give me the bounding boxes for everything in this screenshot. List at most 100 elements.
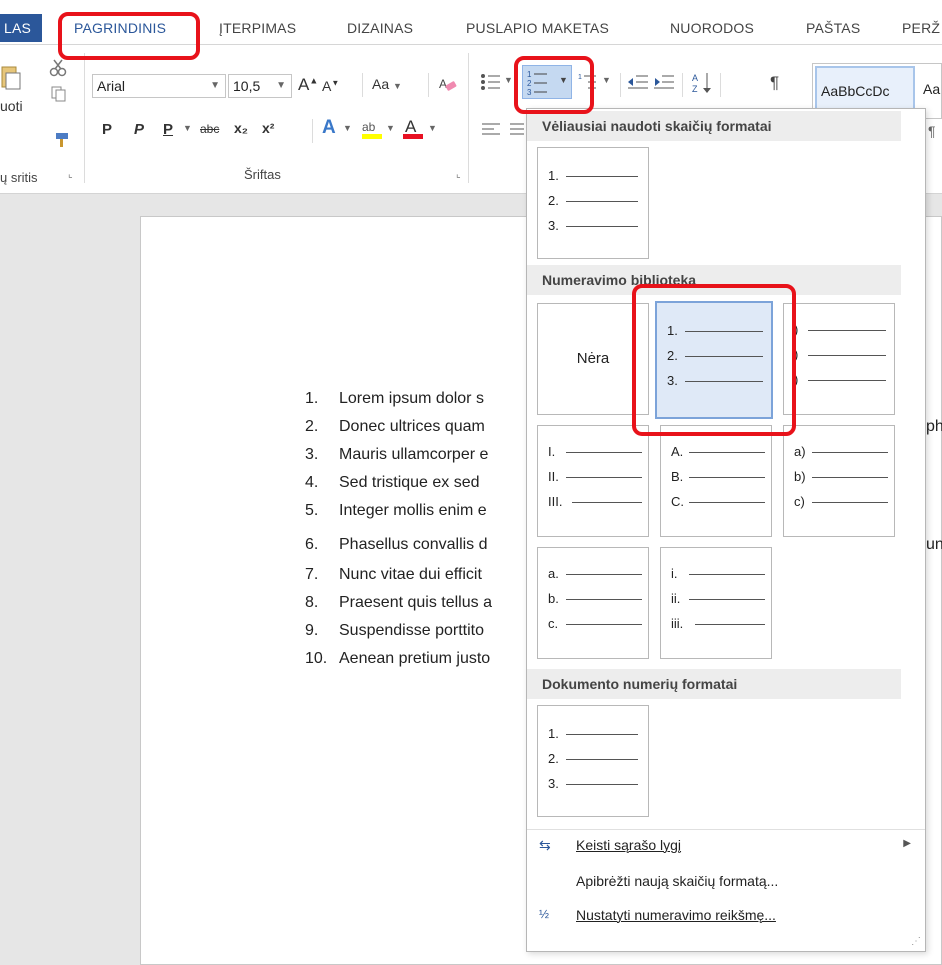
list-item[interactable]: 9. Suspendisse porttito — [305, 622, 484, 640]
change-level-icon: ⇆ — [539, 837, 551, 853]
chevron-down-icon[interactable]: ▼ — [602, 75, 611, 85]
paste-icon[interactable] — [0, 65, 22, 90]
shrink-font-icon[interactable]: A▼ — [322, 78, 339, 94]
show-formatting-icon[interactable]: ¶ — [770, 73, 779, 93]
chevron-down-icon: ▼ — [210, 80, 220, 91]
svg-text:Z: Z — [692, 84, 698, 94]
svg-text:1: 1 — [527, 70, 532, 79]
list-item[interactable]: 3. Mauris ullamcorper e — [305, 446, 488, 464]
bullets-icon[interactable] — [480, 71, 502, 96]
define-number-format-item[interactable]: Apibrėžti naują skaičių formatą... — [527, 867, 925, 897]
underline-button[interactable]: P — [163, 121, 173, 138]
recent-formats-header: Vėliausiai naudoti skaičių formatai — [527, 111, 901, 141]
sort-icon[interactable]: AZ — [692, 71, 714, 98]
resize-grip-icon[interactable]: ⋰ — [911, 936, 921, 947]
font-color-icon[interactable]: A — [402, 115, 424, 144]
strikethrough-button[interactable]: abc — [200, 122, 219, 136]
list-item[interactable]: 8. Praesent quis tellus a — [305, 594, 492, 612]
group-separator — [84, 53, 85, 183]
bold-button[interactable]: P — [102, 121, 112, 138]
tab-design[interactable]: DIZAINAS — [347, 16, 413, 40]
grow-font-icon[interactable]: A▲ — [298, 75, 318, 95]
paragraph-mark-icon: ¶ — [928, 123, 936, 139]
group-separator — [720, 73, 721, 97]
document-formats-header: Dokumento numerių formatai — [527, 669, 901, 699]
chevron-down-icon[interactable]: ▼ — [183, 123, 192, 133]
set-value-icon: ½ — [539, 907, 550, 921]
chevron-down-icon[interactable]: ▼ — [504, 75, 513, 85]
copy-icon[interactable] — [50, 85, 68, 106]
list-item[interactable]: 5. Integer mollis enim e — [305, 502, 487, 520]
numbering-format-1-2-3[interactable]: 1. 2. 3. — [655, 301, 773, 419]
font-group-label: Šriftas — [244, 167, 281, 182]
tab-mailings[interactable]: PAŠTAS — [806, 16, 860, 40]
list-item-overflow: un — [926, 536, 942, 553]
align-left-icon[interactable] — [480, 121, 502, 142]
list-item[interactable]: 10. Aenean pretium justo — [305, 650, 490, 668]
tab-file[interactable]: LAS — [0, 14, 42, 42]
multilevel-list-icon[interactable]: 1 — [578, 71, 602, 96]
menu-separator — [527, 829, 925, 830]
group-separator — [468, 53, 469, 183]
decrease-indent-icon[interactable] — [626, 71, 650, 96]
numbering-format-recent[interactable]: 1. 2. 3. — [537, 147, 649, 259]
svg-text:1: 1 — [578, 74, 582, 81]
change-case-label: Aa — [372, 76, 390, 92]
numbering-format-alpha-upper[interactable]: A. B. C. — [660, 425, 772, 537]
numbering-format-paren[interactable]: ) ) ) — [783, 303, 895, 415]
tab-review[interactable]: PERŽ — [902, 16, 940, 40]
set-numbering-value-item[interactable]: ½ Nustatyti numeravimo reikšmę... — [527, 901, 925, 931]
tab-home[interactable]: PAGRINDINIS — [74, 16, 166, 40]
font-launcher-icon[interactable]: ⌞ — [456, 169, 461, 180]
cut-icon[interactable] — [48, 59, 68, 80]
paste-label[interactable]: uoti — [0, 98, 23, 114]
numbering-format-alpha-paren[interactable]: a) b) c) — [783, 425, 895, 537]
font-size-value: 10,5 — [233, 78, 261, 94]
font-name-value: Arial — [97, 78, 126, 94]
submenu-arrow-icon: ▶ — [903, 838, 911, 849]
list-item-overflow: ph — [926, 418, 942, 435]
change-case-button[interactable]: Aa ▼ — [372, 76, 402, 92]
list-item[interactable]: 6. Phasellus convallis d — [305, 536, 488, 554]
numbering-format-alpha-lower[interactable]: a. b. c. — [537, 547, 649, 659]
subscript-button[interactable]: x₂ — [234, 120, 248, 136]
numbering-format-roman-upper[interactable]: I. II. III. — [537, 425, 649, 537]
increase-indent-icon[interactable] — [652, 71, 676, 96]
svg-text:A: A — [692, 73, 698, 83]
group-separator — [312, 119, 313, 143]
list-item[interactable]: 1. Lorem ipsum dolor s — [305, 390, 484, 408]
font-name-combo[interactable]: Arial ▼ — [92, 74, 226, 98]
clipboard-group-label: ų sritis — [0, 170, 38, 185]
numbering-button[interactable]: 123 ▼ — [522, 65, 572, 99]
style-preview-text-2: Aa — [923, 81, 941, 97]
chevron-down-icon[interactable]: ▼ — [428, 123, 437, 133]
align-center-icon[interactable] — [510, 121, 524, 142]
format-painter-icon[interactable] — [50, 131, 70, 152]
tab-references[interactable]: NUORODOS — [670, 16, 754, 40]
tab-page-layout[interactable]: PUSLAPIO MAKETAS — [466, 16, 609, 40]
chevron-down-icon[interactable]: ▼ — [386, 123, 395, 133]
chevron-down-icon: ▼ — [559, 75, 568, 85]
numbering-format-none[interactable]: Nėra — [537, 303, 649, 415]
svg-text:A: A — [405, 117, 417, 136]
clipboard-launcher-icon[interactable]: ⌞ — [68, 169, 73, 180]
superscript-button[interactable]: x² — [262, 120, 274, 136]
list-item[interactable]: 2. Donec ultrices quam — [305, 418, 485, 436]
numbering-library-header: Numeravimo biblioteka — [527, 265, 901, 295]
highlight-color-icon[interactable]: ab — [360, 118, 386, 145]
change-list-level-item[interactable]: ⇆ Keisti sąrašo lygį ▶ — [527, 831, 925, 861]
tab-insert[interactable]: ĮTERPIMAS — [219, 16, 296, 40]
group-separator — [362, 73, 363, 97]
font-size-combo[interactable]: 10,5 ▼ — [228, 74, 292, 98]
list-item[interactable]: 7. Nunc vitae dui efficit — [305, 566, 482, 584]
list-item[interactable]: 4. Sed tristique ex sed — [305, 474, 480, 492]
numbering-format-document[interactable]: 1. 2. 3. — [537, 705, 649, 817]
numbering-format-roman-lower[interactable]: i. ii. iii. — [660, 547, 772, 659]
text-effects-icon[interactable]: A — [322, 117, 336, 139]
italic-button[interactable]: P — [134, 121, 144, 138]
clear-formatting-icon[interactable]: A — [438, 75, 458, 98]
group-separator — [682, 73, 683, 97]
svg-text:3: 3 — [527, 88, 532, 97]
chevron-down-icon[interactable]: ▼ — [343, 123, 352, 133]
chevron-down-icon: ▼ — [276, 80, 286, 91]
